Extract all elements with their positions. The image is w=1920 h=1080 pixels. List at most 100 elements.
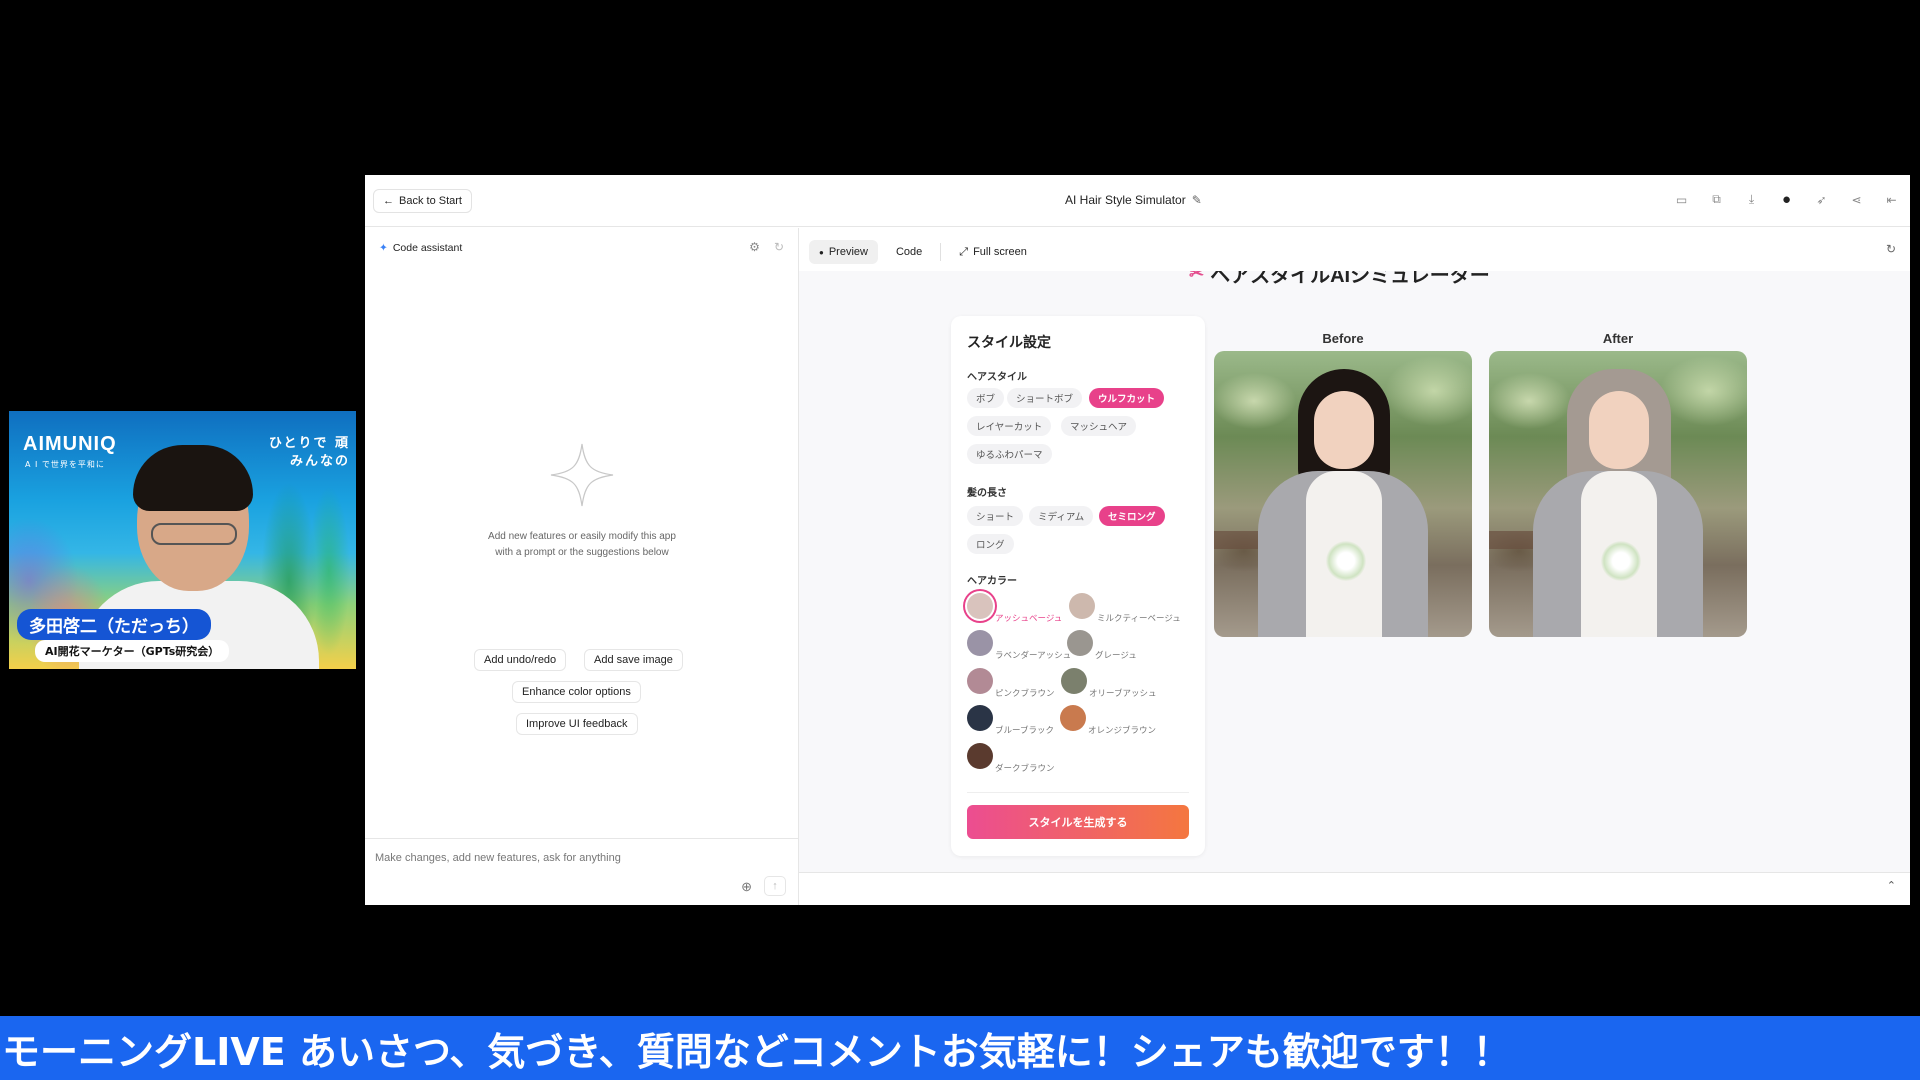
app-title-text: AI Hair Style Simulator: [1065, 193, 1186, 207]
preview-bottom-bar: ⌃: [799, 872, 1910, 905]
arrow-left-icon: ←: [383, 195, 394, 207]
share-icon[interactable]: ⋖: [1848, 191, 1865, 208]
color-label-dark-brown: ダークブラウン: [995, 763, 1055, 773]
tab-code[interactable]: Code: [886, 240, 932, 264]
hairstyle-label: ヘアスタイル: [967, 372, 1027, 383]
arrow-up-icon: ↑: [772, 880, 778, 892]
tab-code-label: Code: [895, 246, 923, 258]
before-label: Before: [1322, 331, 1364, 346]
tab-preview-label: Preview: [828, 246, 868, 258]
webcam-tagline: ひとりで 頑 みんなの: [269, 435, 350, 471]
attach-icon[interactable]: ⊕: [741, 879, 752, 895]
github-icon[interactable]: ●: [1778, 191, 1795, 208]
photo-face: [1314, 391, 1374, 469]
top-toolbar: ▭ ⧉ ⤓ ● ➶ ⋖ ⇤: [1673, 191, 1900, 208]
tagline-line-1: ひとりで 頑: [268, 436, 350, 451]
color-swatch-pink-brown[interactable]: [967, 668, 993, 694]
color-swatch-milk-tea-beige[interactable]: [1069, 593, 1095, 619]
app-title: AI Hair Style Simulator ✎: [1065, 193, 1202, 207]
top-bar: ← Back to Start AI Hair Style Simulator …: [365, 175, 1910, 227]
presenter-glasses: [151, 523, 237, 545]
logo-subtitle: A I で世界を平和に: [25, 460, 105, 469]
suggestion-improve-ui-feedback[interactable]: Improve UI feedback: [516, 713, 638, 735]
hairstyle-chip-short-bob[interactable]: ショートボブ: [1007, 388, 1083, 408]
scissors-icon: ✂: [1189, 271, 1205, 283]
chevron-up-icon[interactable]: ⌃: [1887, 879, 1896, 892]
color-swatch-dark-brown[interactable]: [967, 743, 993, 769]
chat-input-area: ⊕ ↑: [365, 838, 798, 905]
tab-full-screen[interactable]: ⤢ Full screen: [949, 240, 1037, 264]
refresh-icon[interactable]: ↻: [1886, 242, 1896, 256]
color-label-pink-brown: ピンクブラウン: [995, 688, 1055, 698]
empty-state-text: Add new features or easily modify this a…: [488, 531, 676, 558]
before-photo: [1214, 351, 1472, 637]
after-label: After: [1602, 331, 1634, 346]
suggestion-enhance-color-options[interactable]: Enhance color options: [512, 681, 641, 703]
length-label: 髪の長さ: [967, 488, 1007, 499]
assistant-toolbar: ⚙ ↻: [749, 240, 784, 254]
style-settings-card: スタイル設定 ヘアスタイル ボブ ショートボブ ウルフカット レイヤーカット マ…: [951, 316, 1205, 856]
settings-icon[interactable]: ⚙: [749, 240, 760, 254]
color-swatch-orange-brown[interactable]: [1060, 705, 1086, 731]
color-swatch-olive-ash[interactable]: [1061, 668, 1087, 694]
expand-icon: ⤢: [959, 245, 969, 258]
reset-icon[interactable]: ↻: [774, 240, 784, 254]
app-window: ← Back to Start AI Hair Style Simulator …: [365, 175, 1910, 905]
page-heading: ✂ ヘアスタイルAIシミュレーター: [1189, 271, 1490, 288]
sparkle-icon: ✦: [379, 242, 388, 254]
tagline-line-2: みんなの: [289, 454, 350, 470]
photo-face: [1589, 391, 1649, 469]
color-swatch-ash-beige[interactable]: [967, 593, 993, 619]
color-swatch-blue-black[interactable]: [967, 705, 993, 731]
color-label-blue-black: ブルーブラック: [995, 725, 1054, 735]
length-chip-semi-long[interactable]: セミロング: [1099, 506, 1165, 526]
code-assistant-panel: ✦ Code assistant ⚙ ↻ Add new features or…: [365, 228, 799, 905]
hairstyle-chip-layer-cut[interactable]: レイヤーカット: [967, 416, 1052, 436]
hairstyle-chip-wolf-cut[interactable]: ウルフカット: [1089, 388, 1165, 408]
suggestion-add-save-image[interactable]: Add save image: [584, 649, 683, 671]
aimuniq-logo: AIMUNIQ: [23, 433, 117, 455]
live-ticker: モーニングLIVE あいさつ、気づき、質問などコメントお気軽に！シェアも歓迎です…: [0, 1016, 1920, 1080]
large-sparkle-icon: [550, 443, 614, 507]
color-label-ash-beige: アッシュベージュ: [995, 613, 1063, 623]
app-preview: ✂ ヘアスタイルAIシミュレーター スタイル設定 ヘアスタイル ボブ ショートボ…: [799, 271, 1910, 872]
save-icon[interactable]: ▭: [1673, 191, 1690, 208]
color-label-lavender-ash: ラベンダーアッシュ: [995, 650, 1072, 660]
dot-icon: ●: [819, 247, 824, 257]
color-label: ヘアカラー: [967, 576, 1017, 587]
back-to-start-button[interactable]: ← Back to Start: [373, 189, 472, 213]
color-swatch-lavender-ash[interactable]: [967, 630, 993, 656]
card-divider: [967, 792, 1189, 793]
hairstyle-chip-perm[interactable]: ゆるふわパーマ: [967, 444, 1052, 464]
card-title: スタイル設定: [967, 334, 1051, 350]
screenshot-icon[interactable]: ⧉: [1708, 191, 1725, 208]
chat-input[interactable]: [375, 847, 785, 869]
photo-flowers: [1601, 541, 1641, 581]
length-chip-short[interactable]: ショート: [967, 506, 1024, 526]
length-chip-long[interactable]: ロング: [967, 534, 1014, 554]
download-icon[interactable]: ⤓: [1743, 191, 1760, 208]
collapse-icon[interactable]: ⇤: [1883, 191, 1900, 208]
suggestion-add-undo-redo[interactable]: Add undo/redo: [474, 649, 567, 671]
deploy-icon[interactable]: ➶: [1813, 191, 1830, 208]
code-assistant-header: ✦ Code assistant: [379, 242, 462, 254]
page-heading-text: ヘアスタイルAIシミュレーター: [1210, 271, 1490, 287]
color-label-greige: グレージュ: [1095, 650, 1137, 660]
presenter-title: AI開花マーケター（GPTs研究会）: [35, 640, 230, 662]
preview-panel: ● Preview Code ⤢ Full screen ↻ ✂ ヘアスタイルA…: [799, 228, 1910, 905]
color-swatch-greige[interactable]: [1067, 630, 1093, 656]
code-assistant-label: Code assistant: [392, 242, 463, 254]
hairstyle-chip-mash-hair[interactable]: マッシュヘア: [1061, 416, 1137, 436]
color-label-orange-brown: オレンジブラウン: [1088, 725, 1157, 735]
webcam-overlay: AIMUNIQ A I で世界を平和に ひとりで 頑 みんなの 多田啓二（ただっ…: [9, 411, 356, 669]
tab-divider: [940, 243, 942, 261]
pencil-icon[interactable]: ✎: [1192, 193, 1202, 207]
length-chip-medium[interactable]: ミディアム: [1029, 506, 1094, 526]
color-label-olive-ash: オリーブアッシュ: [1089, 688, 1157, 698]
photo-flowers: [1326, 541, 1366, 581]
hairstyle-chip-bob[interactable]: ボブ: [967, 388, 1005, 408]
generate-style-button[interactable]: スタイルを生成する: [967, 805, 1189, 839]
tab-preview[interactable]: ● Preview: [809, 240, 878, 264]
back-label: Back to Start: [399, 195, 462, 207]
send-button[interactable]: ↑: [764, 876, 786, 896]
